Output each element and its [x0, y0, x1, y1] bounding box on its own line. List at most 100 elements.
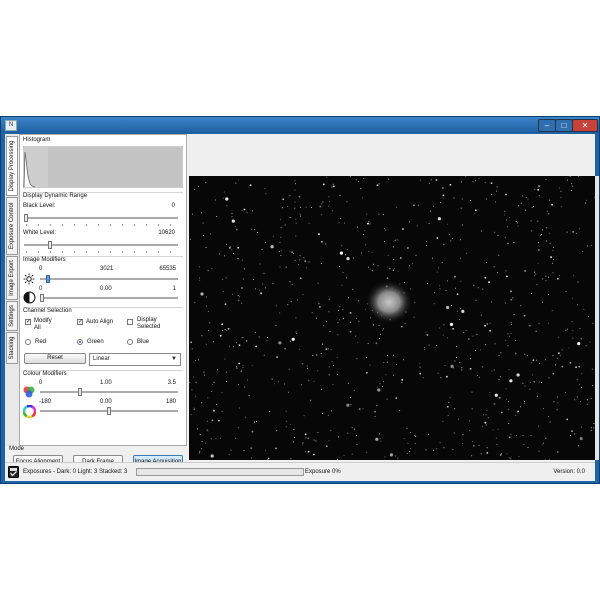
star — [504, 210, 506, 212]
minimize-button[interactable]: – — [538, 119, 556, 132]
star — [489, 322, 491, 324]
blue-radio[interactable] — [127, 339, 133, 345]
title-bar[interactable]: N – □ ✕ — [1, 117, 599, 133]
exposure-progress-bar — [136, 468, 304, 476]
star — [298, 195, 301, 198]
star — [358, 408, 361, 410]
tab-image-export[interactable]: Image Export — [6, 256, 18, 300]
tab-stacking[interactable]: Stacking — [6, 332, 18, 364]
reset-button[interactable]: Reset — [24, 353, 86, 364]
tab-exposure-control[interactable]: Exposure Control — [6, 197, 18, 255]
star — [386, 354, 388, 356]
star — [527, 355, 528, 357]
star — [238, 344, 241, 346]
star — [299, 213, 301, 215]
black-level-thumb[interactable] — [24, 214, 28, 222]
star — [367, 343, 369, 345]
star — [501, 453, 502, 455]
star — [513, 314, 515, 316]
star — [199, 434, 201, 436]
star — [450, 305, 452, 306]
star — [446, 305, 450, 310]
modify-all-label: Modify All — [34, 318, 52, 331]
star — [538, 195, 540, 197]
star — [300, 384, 302, 386]
star — [567, 328, 569, 330]
white-level-slider[interactable] — [24, 244, 178, 246]
display-selected-checkbox[interactable] — [127, 319, 133, 325]
green-label: Green — [87, 339, 104, 345]
star — [337, 322, 339, 324]
star — [216, 403, 217, 405]
star — [251, 228, 253, 230]
star — [320, 262, 322, 264]
star — [548, 213, 550, 215]
maximize-button[interactable]: □ — [555, 119, 573, 132]
star — [510, 458, 512, 460]
star — [548, 458, 550, 460]
star — [196, 428, 198, 430]
saturation-thumb[interactable] — [78, 388, 83, 396]
star — [585, 345, 587, 347]
star — [366, 451, 368, 453]
star — [505, 388, 507, 390]
star — [194, 189, 196, 190]
star — [294, 259, 296, 261]
star — [496, 186, 498, 188]
star — [505, 270, 507, 272]
star — [265, 193, 267, 195]
star — [409, 221, 411, 223]
black-level-slider[interactable] — [24, 217, 178, 219]
modify-all-checkbox[interactable]: ✓ — [25, 319, 31, 325]
star — [236, 342, 238, 344]
star — [199, 266, 201, 268]
tab-display-processing[interactable]: Display Processing — [6, 136, 18, 196]
star — [440, 377, 442, 379]
star — [461, 367, 463, 369]
star — [543, 442, 544, 444]
star — [297, 299, 299, 301]
star — [205, 247, 207, 249]
star — [448, 233, 450, 235]
star — [205, 343, 207, 345]
star — [436, 448, 438, 450]
star — [213, 409, 215, 412]
star — [565, 291, 567, 292]
star — [471, 455, 473, 457]
star — [346, 403, 350, 407]
star — [500, 376, 501, 378]
star — [251, 365, 253, 367]
brightness-thumb[interactable] — [46, 275, 51, 283]
vertical-scrollbar[interactable] — [595, 176, 599, 460]
stretch-dropdown[interactable]: Linear ▼ — [89, 353, 181, 366]
image-viewport[interactable] — [189, 176, 595, 460]
star — [497, 272, 499, 274]
auto-align-checkbox[interactable]: ✓ — [77, 319, 83, 325]
star — [395, 206, 397, 208]
star — [383, 328, 385, 330]
star — [416, 225, 418, 227]
star — [207, 397, 209, 399]
red-radio[interactable] — [25, 339, 31, 345]
rgb-circles-icon — [23, 386, 35, 398]
star — [355, 179, 357, 181]
tab-settings[interactable]: Settings — [6, 301, 18, 331]
star — [287, 206, 289, 207]
contrast-slider[interactable] — [40, 297, 178, 299]
star — [509, 335, 510, 337]
contrast-thumb[interactable] — [40, 294, 44, 302]
black-level-value: 0 — [171, 203, 175, 209]
saturation-slider[interactable] — [40, 391, 178, 393]
star — [385, 229, 387, 231]
close-button[interactable]: ✕ — [572, 119, 598, 132]
star — [281, 207, 283, 209]
star — [280, 219, 281, 221]
hue-thumb[interactable] — [107, 407, 111, 415]
white-level-thumb[interactable] — [48, 241, 53, 249]
green-radio[interactable] — [77, 339, 83, 345]
brightness-slider[interactable] — [40, 278, 178, 280]
star — [254, 421, 256, 423]
star — [450, 240, 452, 242]
star — [308, 380, 310, 382]
star — [387, 254, 389, 256]
